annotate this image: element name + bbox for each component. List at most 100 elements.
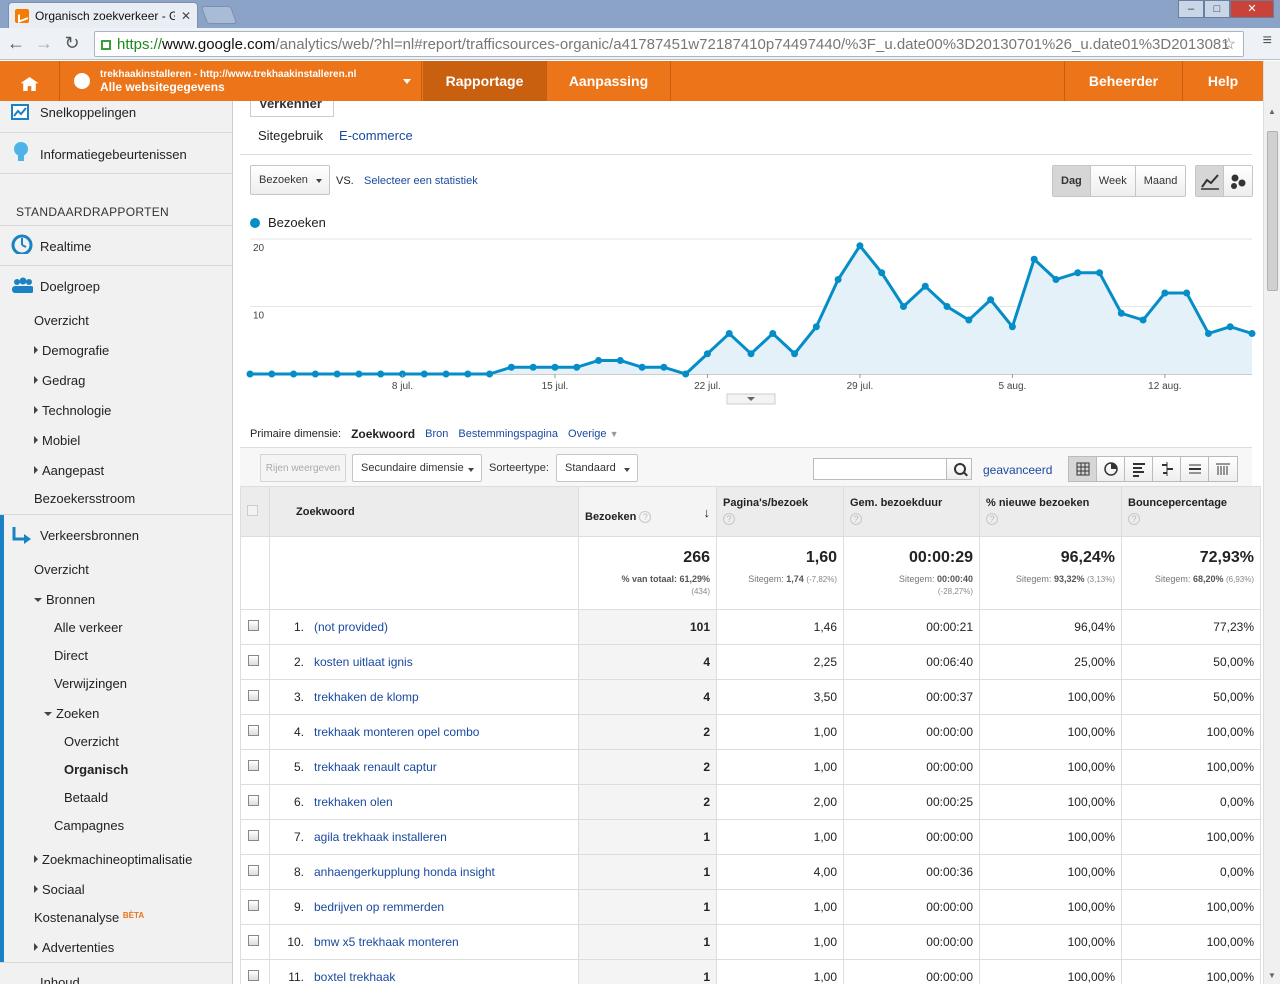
col-zoekwoord[interactable]: Zoekwoord xyxy=(269,486,579,537)
sidebar-item-bronnen[interactable]: Bronnen xyxy=(34,592,224,607)
scroll-up-icon[interactable]: ▲ xyxy=(1268,107,1276,116)
bookmark-star-icon[interactable]: ☆ xyxy=(1222,34,1236,54)
keyword-link[interactable]: kosten uitlaat ignis xyxy=(314,655,413,669)
scroll-down-icon[interactable]: ▼ xyxy=(1268,971,1276,980)
row-checkbox[interactable] xyxy=(248,865,259,876)
sidebar-item-realtime[interactable]: Realtime xyxy=(0,225,232,266)
keyword-link[interactable]: trekhaken de klomp xyxy=(314,690,419,704)
browser-tab[interactable]: Organisch zoekverkeer - G ✕ xyxy=(8,2,198,28)
advanced-filter-link[interactable]: geavanceerd xyxy=(983,463,1052,477)
select-all-checkbox[interactable] xyxy=(247,504,258,516)
forward-arrow-icon[interactable]: → xyxy=(32,32,56,56)
keyword-link[interactable]: bmw x5 trekhaak monteren xyxy=(314,935,459,949)
sidebar-item-verkeersbronnen[interactable]: Verkeersbronnen xyxy=(40,528,230,543)
dimension-bron[interactable]: Bron xyxy=(425,428,448,440)
sidebar-item-alle-verkeer[interactable]: Alle verkeer xyxy=(54,620,224,635)
keyword-link[interactable]: boxtel trekhaak xyxy=(314,970,395,984)
sidebar-item-seo[interactable]: Zoekmachineoptimalisatie xyxy=(34,852,224,867)
data-table-view-button[interactable] xyxy=(1069,457,1097,481)
sidebar-item-campagnes[interactable]: Campagnes xyxy=(54,818,224,833)
sidebar-item-bezoekersstroom[interactable]: Bezoekersstroom xyxy=(34,491,224,506)
row-checkbox[interactable] xyxy=(248,935,259,946)
select-metric-link[interactable]: Selecteer een statistiek xyxy=(364,175,478,187)
keyword-link[interactable]: trekhaak renault captur xyxy=(314,760,437,774)
row-checkbox[interactable] xyxy=(248,970,259,981)
reload-icon[interactable]: ↻ xyxy=(60,32,84,56)
close-tab-icon[interactable]: ✕ xyxy=(181,9,191,23)
period-day-button[interactable]: Dag xyxy=(1053,166,1091,196)
sidebar-item-vb-overzicht[interactable]: Overzicht xyxy=(34,562,224,577)
scrollbar-thumb[interactable] xyxy=(1267,131,1278,291)
pivot-view-button[interactable] xyxy=(1209,457,1237,481)
account-selector[interactable]: trekhaakinstalleren - http://www.trekhaa… xyxy=(60,61,422,101)
page-scrollbar[interactable]: ▲ ▼ xyxy=(1263,61,1280,984)
sidebar-item-betaald[interactable]: Betaald xyxy=(64,790,224,805)
tab-rapportage[interactable]: Rapportage xyxy=(423,61,547,101)
sidebar-item-aangepast[interactable]: Aangepast xyxy=(34,463,224,478)
keyword-link[interactable]: bedrijven op remmerden xyxy=(314,900,444,914)
sidebar-item-informatie[interactable]: Informatiegebeurtenissen xyxy=(0,133,232,174)
row-checkbox[interactable] xyxy=(248,620,259,631)
sidebar-item-zoeken-overzicht[interactable]: Overzicht xyxy=(64,734,224,749)
sidebar-item-overzicht[interactable]: Overzicht xyxy=(34,313,224,328)
sidebar-item-mobiel[interactable]: Mobiel xyxy=(34,433,224,448)
tab-beheerder[interactable]: Beheerder xyxy=(1065,61,1183,101)
sidebar-item-inhoud[interactable]: Inhoud xyxy=(40,975,230,984)
col-pages[interactable]: Pagina's/bezoek? xyxy=(716,486,844,537)
keyword-link[interactable]: trekhaken olen xyxy=(314,795,393,809)
line-chart-button[interactable] xyxy=(1196,166,1224,196)
metric-dropdown[interactable]: Bezoeken xyxy=(250,165,330,195)
secondary-dimension-dropdown[interactable]: Secundaire dimensie xyxy=(352,454,482,482)
new-tab-button[interactable] xyxy=(200,6,238,24)
sidebar-item-kostenanalyse[interactable]: Kostenanalyse BÈTA xyxy=(34,910,224,925)
search-icon[interactable] xyxy=(946,458,972,480)
table-search-input[interactable] xyxy=(813,458,947,480)
col-duration[interactable]: Gem. bezoekduur? xyxy=(843,486,980,537)
row-checkbox[interactable] xyxy=(248,760,259,771)
sidebar-item-sociaal[interactable]: Sociaal xyxy=(34,882,224,897)
keyword-link[interactable]: agila trekhaak installeren xyxy=(314,830,447,844)
sidebar-item-verwijzingen[interactable]: Verwijzingen xyxy=(54,676,224,691)
dimension-bestemmingspagina[interactable]: Bestemmingspagina xyxy=(458,428,558,440)
help-icon[interactable]: ? xyxy=(850,513,862,525)
minimize-icon[interactable]: – xyxy=(1178,0,1204,18)
keyword-link[interactable]: trekhaak monteren opel combo xyxy=(314,725,479,739)
maximize-icon[interactable]: □ xyxy=(1204,0,1230,18)
col-bezoeken[interactable]: Bezoeken ? ↓ xyxy=(578,486,717,537)
row-checkbox[interactable] xyxy=(248,690,259,701)
sidebar-item-direct[interactable]: Direct xyxy=(54,648,224,663)
keyword-link[interactable]: (not provided) xyxy=(314,620,388,634)
col-bounce[interactable]: Bouncepercentage? xyxy=(1121,486,1261,537)
row-checkbox[interactable] xyxy=(248,795,259,806)
help-icon[interactable]: ? xyxy=(639,510,652,523)
tab-verkenner[interactable]: Verkenner xyxy=(250,101,334,117)
term-cloud-view-button[interactable] xyxy=(1181,457,1209,481)
performance-view-button[interactable] xyxy=(1125,457,1153,481)
keyword-link[interactable]: anhaengerkupplung honda insight xyxy=(314,865,495,879)
motion-chart-button[interactable] xyxy=(1224,166,1252,196)
help-icon[interactable]: ? xyxy=(986,513,998,525)
back-arrow-icon[interactable]: ← xyxy=(4,32,28,56)
tab-help[interactable]: Help xyxy=(1183,61,1263,101)
url-input[interactable]: https://www.google.com/analytics/web/?hl… xyxy=(94,31,1244,57)
home-button[interactable] xyxy=(0,61,60,101)
sidebar-item-gedrag[interactable]: Gedrag xyxy=(34,373,224,388)
row-checkbox[interactable] xyxy=(248,725,259,736)
help-icon[interactable]: ? xyxy=(1128,513,1140,525)
sidebar-item-snelkoppelingen[interactable]: Snelkoppelingen xyxy=(0,101,232,133)
sidebar-item-demografie[interactable]: Demografie xyxy=(34,343,224,358)
sidebar-item-doelgroep[interactable]: Doelgroep xyxy=(40,279,230,294)
row-checkbox[interactable] xyxy=(248,830,259,841)
window-close-icon[interactable]: ✕ xyxy=(1230,0,1274,18)
sidebar-item-technologie[interactable]: Technologie xyxy=(34,403,224,418)
col-new-visits[interactable]: % nieuwe bezoeken? xyxy=(979,486,1122,537)
dimension-overige[interactable]: Overige ▼ xyxy=(568,428,619,440)
sort-type-dropdown[interactable]: Standaard xyxy=(556,454,638,482)
plot-rows-button[interactable]: Rijen weergeven xyxy=(260,454,346,482)
pie-view-button[interactable] xyxy=(1097,457,1125,481)
tab-aanpassing[interactable]: Aanpassing xyxy=(547,61,671,101)
row-checkbox[interactable] xyxy=(248,900,259,911)
sidebar-item-organisch[interactable]: Organisch xyxy=(64,762,224,777)
browser-menu-icon[interactable]: ≡ xyxy=(1263,32,1272,50)
tab-ecommerce[interactable]: E-commerce xyxy=(339,128,413,143)
